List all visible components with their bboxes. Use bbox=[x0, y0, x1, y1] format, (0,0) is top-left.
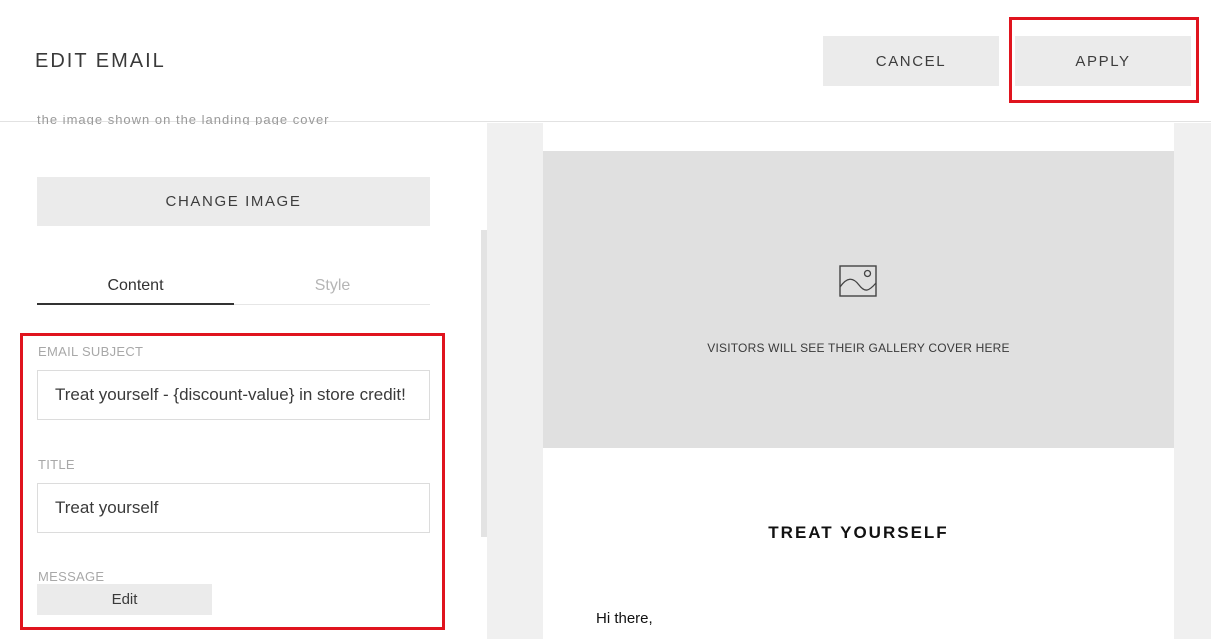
header-bar: EDIT EMAIL CANCEL APPLY bbox=[0, 0, 1211, 122]
gallery-cover-placeholder: VISITORS WILL SEE THEIR GALLERY COVER HE… bbox=[543, 151, 1174, 448]
email-heading: TREAT YOURSELF bbox=[768, 523, 949, 542]
tab-content[interactable]: Content bbox=[37, 273, 234, 305]
email-preview-card: VISITORS WILL SEE THEIR GALLERY COVER HE… bbox=[543, 123, 1174, 639]
page-title: EDIT EMAIL bbox=[35, 50, 166, 72]
email-subject-input[interactable] bbox=[37, 370, 430, 420]
edit-email-page: EDIT EMAIL CANCEL APPLY the image shown … bbox=[0, 0, 1211, 639]
email-preview-area: VISITORS WILL SEE THEIR GALLERY COVER HE… bbox=[487, 123, 1211, 639]
editor-panel: the image shown on the landing page cove… bbox=[0, 115, 487, 639]
cancel-button[interactable]: CANCEL bbox=[823, 36, 999, 86]
change-image-button[interactable]: CHANGE IMAGE bbox=[37, 177, 430, 226]
truncated-help-text: the image shown on the landing page cove… bbox=[37, 115, 330, 125]
tab-style[interactable]: Style bbox=[234, 273, 431, 305]
email-subject-label: EMAIL SUBJECT bbox=[38, 344, 144, 359]
message-label: MESSAGE bbox=[38, 569, 105, 584]
cover-placeholder-text: VISITORS WILL SEE THEIR GALLERY COVER HE… bbox=[707, 341, 1010, 355]
email-greeting: Hi there, bbox=[596, 610, 653, 627]
title-label: TITLE bbox=[38, 457, 75, 472]
edit-message-button[interactable]: Edit bbox=[37, 584, 212, 615]
title-input[interactable] bbox=[37, 483, 430, 533]
image-icon bbox=[839, 265, 877, 297]
editor-tabs: Content Style bbox=[37, 273, 430, 305]
apply-button[interactable]: APPLY bbox=[1015, 36, 1191, 86]
